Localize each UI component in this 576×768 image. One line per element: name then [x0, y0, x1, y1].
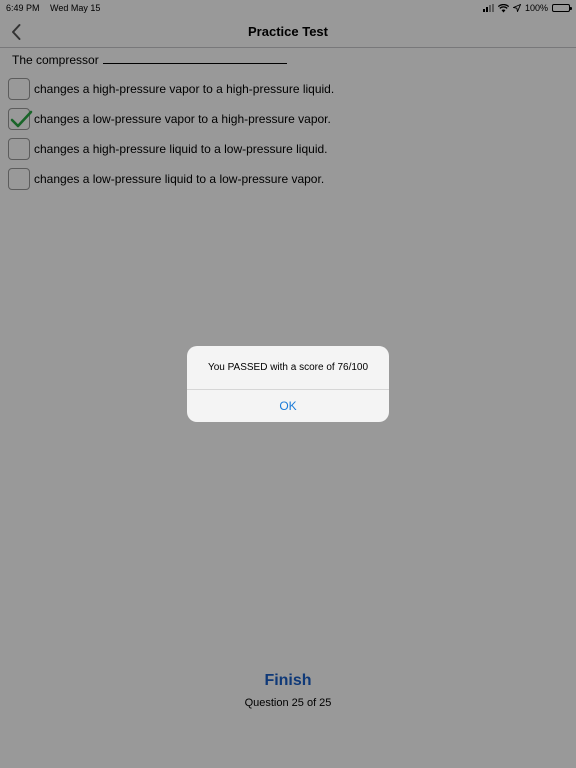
- result-alert: You PASSED with a score of 76/100 OK: [187, 346, 389, 422]
- alert-message: You PASSED with a score of 76/100: [207, 362, 369, 373]
- alert-ok-button[interactable]: OK: [187, 390, 389, 422]
